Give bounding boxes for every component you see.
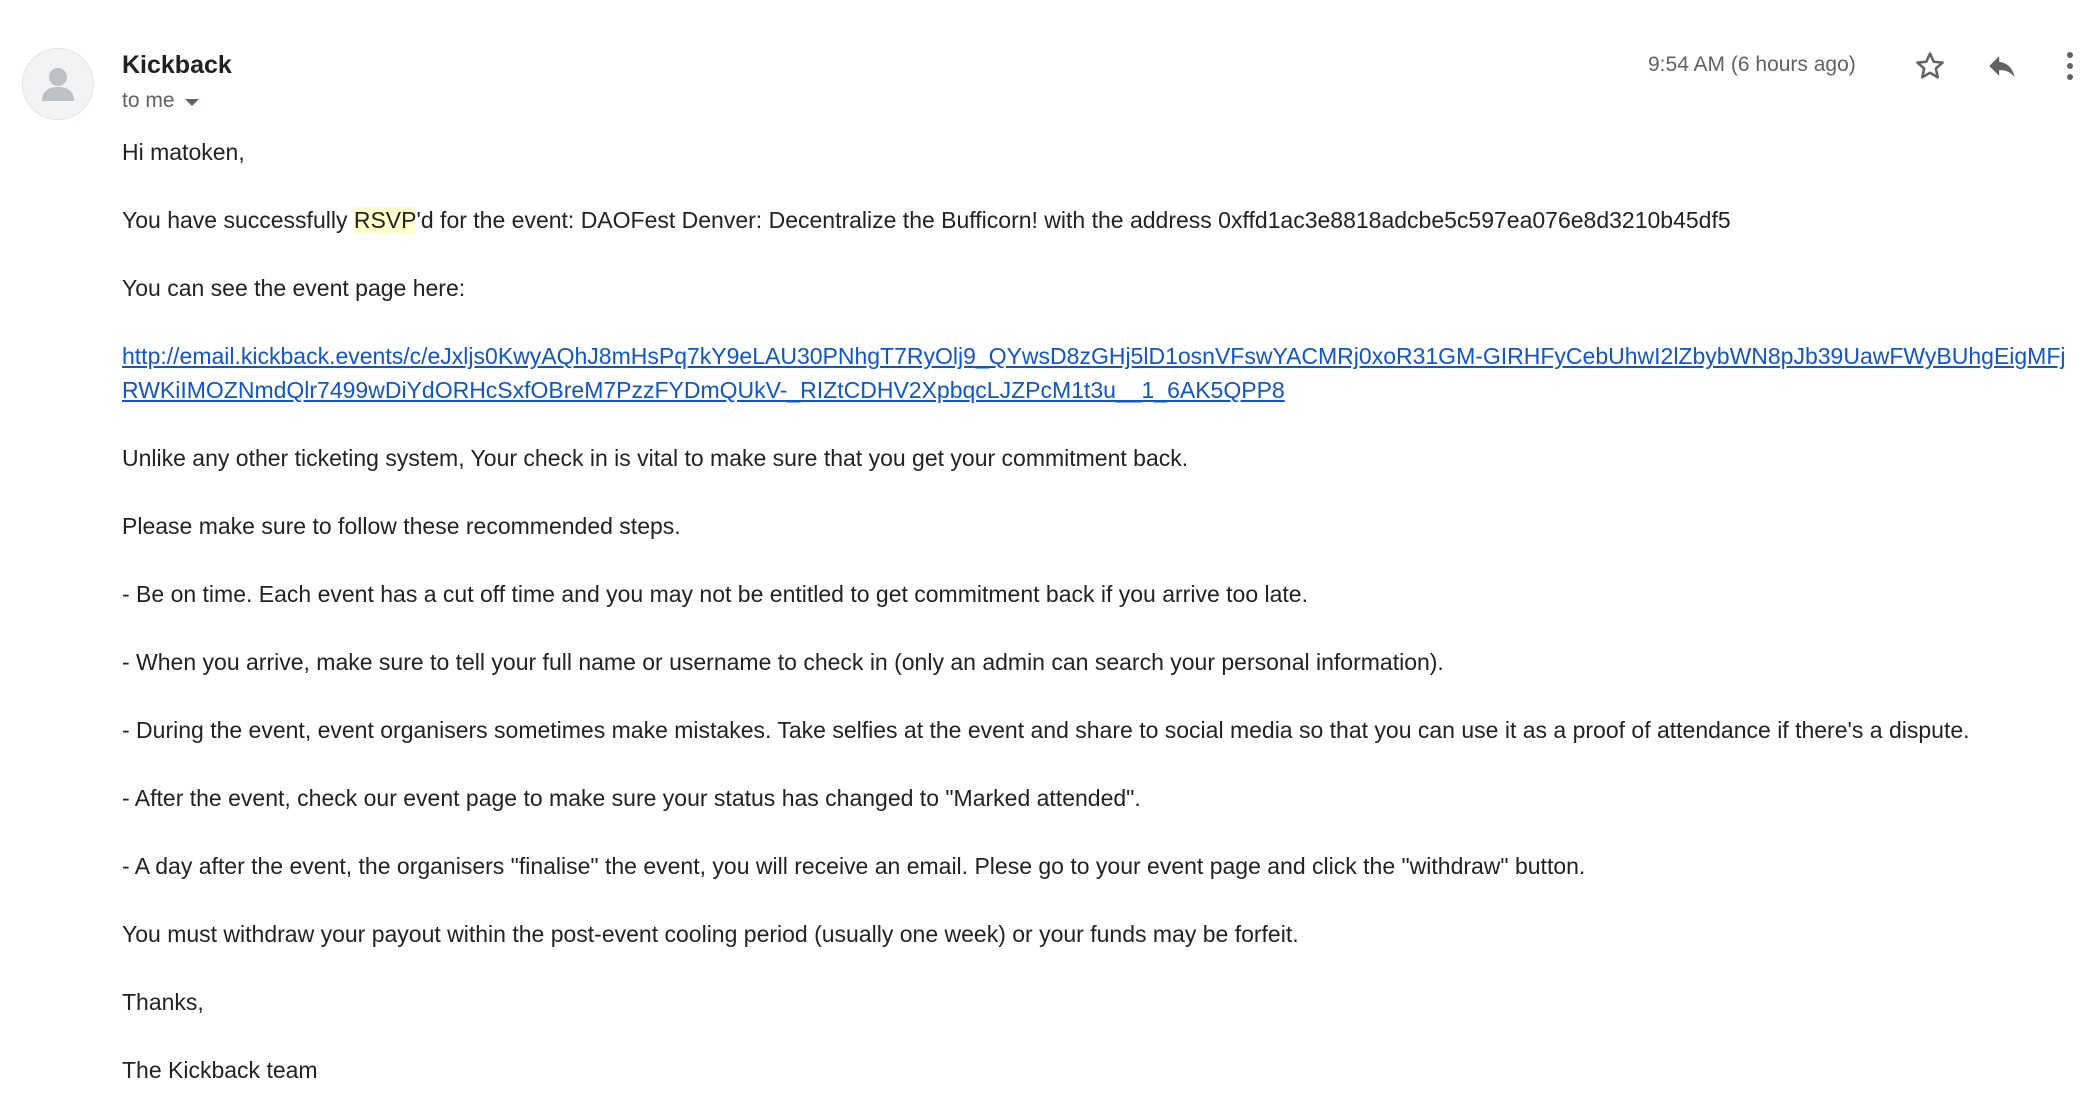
checkin-vital-text: Unlike any other ticketing system, Your … [122,445,1189,471]
rsvp-highlight: RSVP [353,207,417,233]
star-button[interactable] [1908,44,1952,88]
signoff-text: Thanks, [122,989,204,1015]
step-item: - Be on time. Each event has a cut off t… [122,581,1308,607]
email-message: Kickback to me 9:54 AM (6 hours ago) Hi … [0,0,2082,1096]
greeting-text: Hi matoken, [122,139,245,165]
step-item: - When you arrive, make sure to tell you… [122,649,1444,675]
message-body: Hi matoken, You have successfully RSVP'd… [122,135,2072,1096]
reply-icon [1989,56,2015,78]
more-vert-icon [2067,52,2073,80]
event-page-intro: You can see the event page here: [122,275,466,301]
steps-intro-text: Please make sure to follow these recomme… [122,513,681,539]
event-link-paragraph: http://email.kickback.events/c/eJxljs0Kw… [122,339,2072,407]
star-icon [1916,52,1944,79]
rsvp-text-end: 'd for the event: DAOFest Denver: Decent… [416,207,1731,233]
sender-avatar-icon[interactable] [22,48,94,120]
step-item: - After the event, check our event page … [122,785,1141,811]
event-page-link[interactable]: http://email.kickback.events/c/eJxljs0Kw… [122,343,2066,403]
rsvp-confirmation-text: You have successfully RSVP'd for the eve… [122,203,2072,237]
reply-button[interactable] [1980,44,2024,88]
message-timestamp: 9:54 AM (6 hours ago) [1648,53,1856,76]
step-item: - A day after the event, the organisers … [122,853,1586,879]
signature-text: The Kickback team [122,1057,318,1083]
step-item: - During the event, event organisers som… [122,717,1970,743]
recipient-details-toggle[interactable]: to me [122,88,199,114]
chevron-down-icon [184,99,199,106]
rsvp-text-start: You have successfully [122,207,354,233]
recipient-label: to me [122,89,175,112]
sender-name[interactable]: Kickback [122,50,232,80]
withdraw-note-text: You must withdraw your payout within the… [122,921,1299,947]
more-options-button[interactable] [2058,44,2082,88]
